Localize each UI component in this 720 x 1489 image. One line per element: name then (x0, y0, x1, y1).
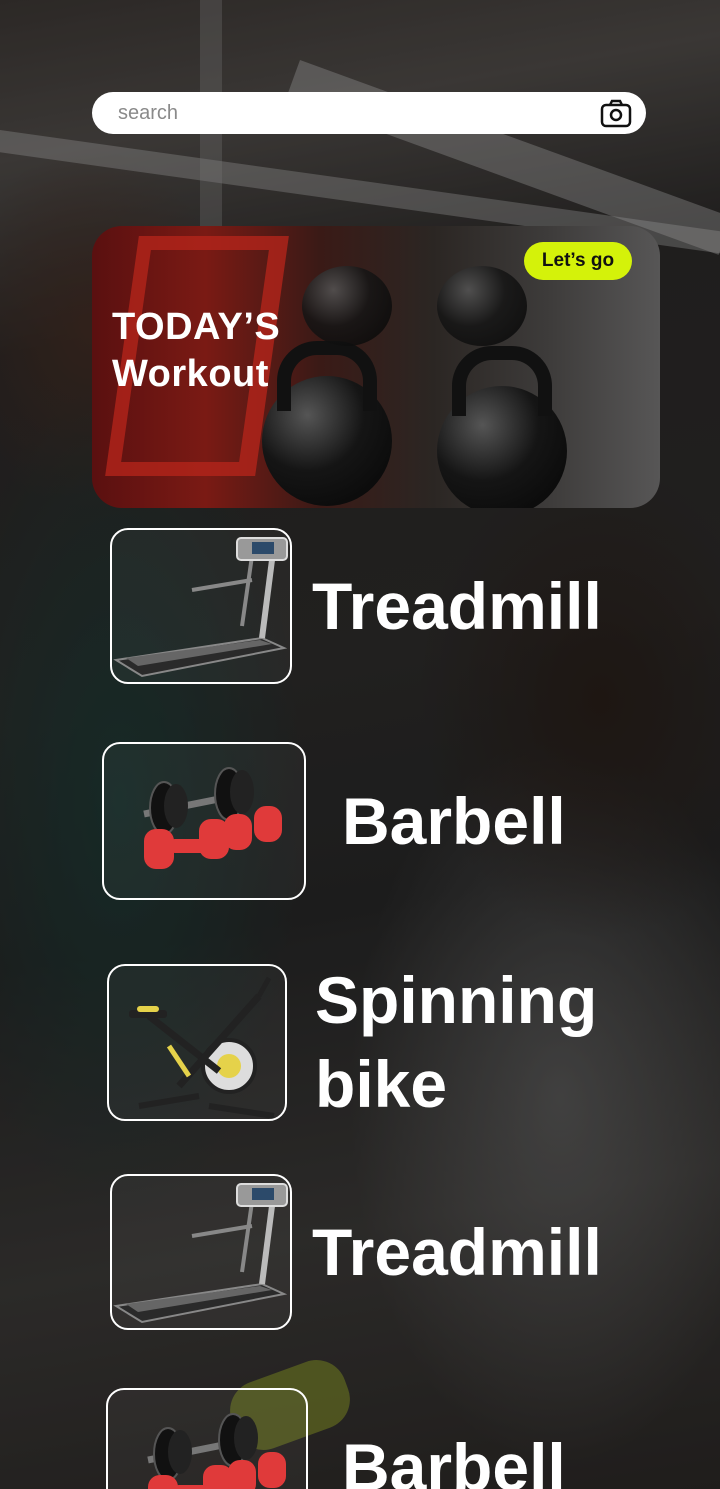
hero-title-line2: Workout (112, 353, 269, 395)
list-item[interactable]: Barbell (106, 1388, 566, 1489)
list-item[interactable]: Treadmill (110, 1174, 602, 1330)
equipment-label: Treadmill (312, 569, 602, 643)
equipment-thumbnail (110, 1174, 292, 1330)
equipment-thumbnail (106, 1388, 308, 1489)
spinning-bike-icon (129, 976, 275, 1119)
equipment-label: Barbell (342, 784, 566, 858)
list-item[interactable]: Barbell (102, 742, 566, 900)
list-item[interactable]: Spinning bike (107, 958, 615, 1126)
equipment-label: Spinning bike (315, 963, 598, 1121)
equipment-label: Treadmill (312, 1215, 602, 1289)
equipment-label: Barbell (342, 1430, 566, 1489)
lets-go-button[interactable]: Let’s go (524, 242, 632, 280)
search-bar[interactable] (92, 92, 646, 134)
equipment-thumbnail (102, 742, 306, 900)
hero-title-line1: TODAY’S (112, 306, 281, 348)
treadmill-icon (113, 537, 288, 678)
dumbbell-icon (147, 1413, 286, 1489)
todays-workout-card[interactable]: TODAY’S Workout Let’s go (92, 226, 660, 508)
camera-icon[interactable] (600, 97, 632, 129)
search-input[interactable] (118, 101, 600, 125)
equipment-thumbnail (110, 528, 292, 684)
treadmill-icon (113, 1183, 288, 1324)
list-item[interactable]: Treadmill (110, 528, 602, 684)
dumbbell-icon (143, 767, 282, 869)
equipment-thumbnail (107, 963, 287, 1121)
hero-title: TODAY’S Workout (112, 304, 280, 398)
